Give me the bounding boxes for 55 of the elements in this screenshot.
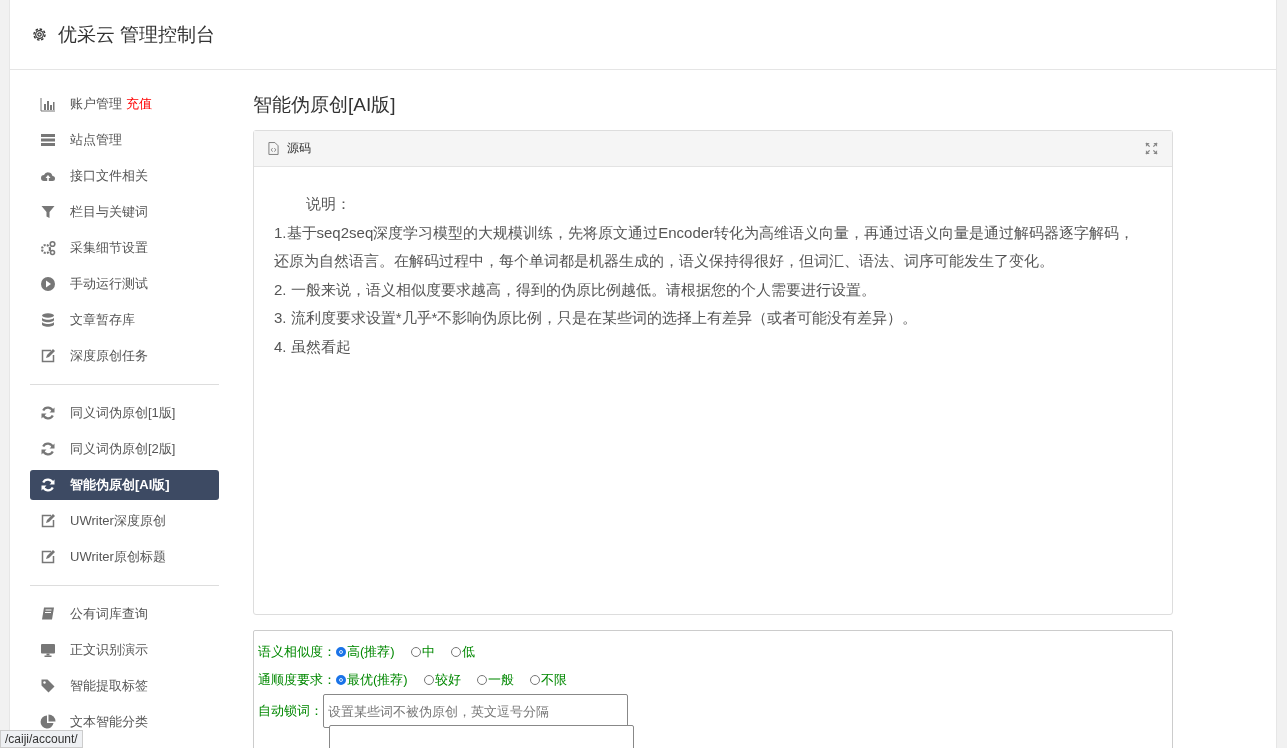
sidebar-item[interactable]: 站点管理	[30, 125, 219, 155]
editor-text: 1.基于seq2seq深度学习模型的大规模训练，先将原文通过Encoder转化为高维语义向量，再通过语义向量是通过解码器逐字解码，还原为自然语言。在解码过程中，每个单词都是机器生成的，语义保持得很好，但词汇、语法、词序可能发生了变化。	[274, 222, 1136, 271]
chart-icon	[40, 96, 56, 112]
server-icon	[40, 132, 56, 148]
sidebar-item[interactable]: 公有词库查询	[30, 599, 219, 629]
page-title: 智能伪原创[AI版]	[253, 93, 397, 117]
radio-option[interactable]: 最优(推荐)	[336, 671, 408, 689]
option-label: 通顺度要求：	[258, 671, 336, 689]
console-title: 优采云 管理控制台	[58, 22, 216, 47]
edit-icon	[40, 549, 56, 565]
edit-icon	[40, 513, 56, 529]
radio-option[interactable]: 一般	[476, 671, 514, 689]
radio-option[interactable]: 不限	[529, 671, 567, 689]
editor-text: 3. 流利度要求设置*几乎*不影响伪原比例，只是在某些词的选择上有差异（或者可能没有差异）。	[274, 308, 919, 328]
refresh-icon	[40, 477, 56, 493]
radio-option[interactable]: 低	[450, 643, 475, 661]
option-label: 语义相似度：	[258, 643, 336, 661]
sidebar-item[interactable]: 栏目与关键词	[30, 197, 219, 227]
database-icon	[40, 312, 56, 328]
monitor-icon	[40, 642, 56, 658]
recharge-link[interactable]: 充值	[126, 95, 152, 113]
sidebar-item[interactable]: 智能提取标签	[30, 671, 219, 701]
play-icon	[40, 276, 56, 292]
refresh-icon	[40, 441, 56, 457]
sidebar-item[interactable]: 文章暂存库	[30, 305, 219, 335]
radio-option[interactable]: 中	[410, 643, 435, 661]
filter-icon	[40, 204, 56, 220]
sidebar-item[interactable]: UWriter深度原创	[30, 506, 219, 536]
editor-text: 4. 虽然看起	[274, 336, 352, 357]
tag-icon	[40, 678, 56, 694]
sidebar-item[interactable]: 同义词伪原创[2版]	[30, 434, 219, 464]
settings-icon	[31, 26, 48, 43]
editor-text: 2. 一般来说，语义相似度要求越高，得到的伪原比例越低。请根据您的个人需要进行设置。	[274, 279, 877, 300]
link-url-tooltip: /caiji/account/	[0, 730, 83, 748]
sidebar-item[interactable]: 深度原创任务	[30, 341, 219, 371]
fullscreen-icon[interactable]	[1145, 142, 1158, 155]
sidebar-item[interactable]: 正文识别演示	[30, 635, 219, 665]
lock-words-field[interactable]: 设置某些词不被伪原创，英文逗号分隔	[323, 694, 628, 728]
sidebar-item[interactable]: UWriter原创标题	[30, 542, 219, 572]
source-button[interactable]: 源码	[268, 140, 311, 157]
pie-chart-icon	[40, 714, 56, 730]
radio-option[interactable]: 高(推荐)	[336, 643, 395, 661]
sidebar-item[interactable]: 智能伪原创[AI版]	[30, 470, 219, 500]
edit-icon	[40, 348, 56, 364]
sidebar-item[interactable]: 同义词伪原创[1版]	[30, 398, 219, 428]
sidebar-item[interactable]: 手动运行测试	[30, 269, 219, 299]
editor-text: 说明：	[305, 194, 352, 214]
code-file-icon	[268, 142, 279, 155]
option-label: 自动锁词：	[258, 702, 323, 720]
book-icon	[40, 606, 56, 622]
refresh-icon	[40, 405, 56, 421]
radio-option[interactable]: 较好	[423, 671, 461, 689]
sidebar-item[interactable]: 采集细节设置	[30, 233, 219, 263]
sidebar-item[interactable]: 接口文件相关	[30, 161, 219, 191]
sidebar-item[interactable]: 账户管理 充值	[30, 89, 219, 119]
